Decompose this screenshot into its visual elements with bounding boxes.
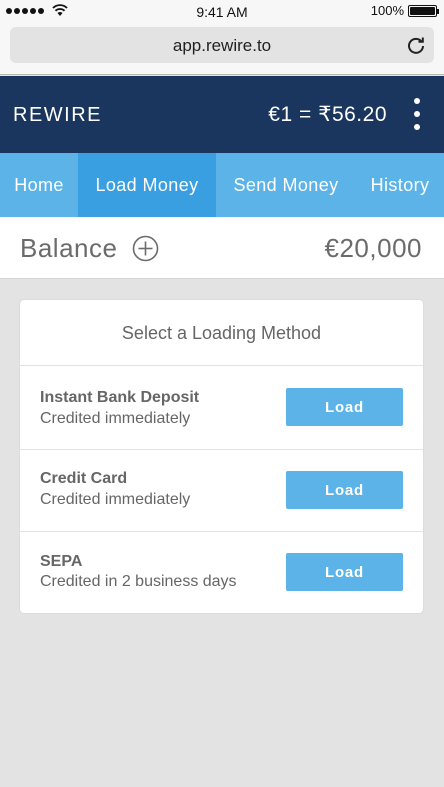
load-button-credit-card[interactable]: Load — [286, 471, 403, 509]
kebab-menu-icon[interactable] — [410, 98, 424, 130]
method-name: SEPA — [40, 553, 83, 570]
battery-percent: 100% — [370, 3, 404, 18]
tab-home[interactable]: Home — [0, 153, 78, 217]
exchange-rate: €1 = ₹56.20 — [268, 103, 387, 126]
balance-amount: €20,000 — [324, 233, 422, 263]
method-name: Credit Card — [40, 470, 128, 487]
browser-toolbar: app.rewire.to — [0, 22, 444, 75]
method-description: Credited immediately — [40, 410, 191, 427]
load-button-instant-bank-deposit[interactable]: Load — [286, 388, 403, 426]
plus-circle-icon[interactable] — [132, 235, 159, 262]
main-nav-tabs: Home Load Money Send Money History — [0, 153, 444, 217]
method-description: Credited immediately — [40, 491, 191, 508]
balance-bar: Balance €20,000 — [0, 217, 444, 279]
tab-history[interactable]: History — [356, 153, 444, 217]
battery-icon — [408, 5, 439, 17]
tab-load-money[interactable]: Load Money — [78, 153, 216, 217]
method-sepa: SEPA Credited in 2 business days Load — [20, 532, 423, 614]
card-title: Select a Loading Method — [20, 300, 423, 366]
tab-send-money[interactable]: Send Money — [216, 153, 356, 217]
reload-icon[interactable] — [406, 35, 426, 55]
app-header: REWIRE €1 = ₹56.20 — [0, 76, 444, 153]
address-bar[interactable]: app.rewire.to — [10, 27, 434, 63]
load-button-sepa[interactable]: Load — [286, 553, 403, 591]
method-instant-bank-deposit: Instant Bank Deposit Credited immediatel… — [20, 366, 423, 450]
url-text[interactable]: app.rewire.to — [10, 36, 434, 56]
method-name: Instant Bank Deposit — [40, 389, 200, 406]
method-description: Credited in 2 business days — [40, 573, 237, 590]
balance-label: Balance — [20, 233, 118, 263]
status-bar: 9:41 AM 100% — [0, 0, 444, 22]
app-logo[interactable]: REWIRE — [13, 104, 102, 127]
loading-method-card: Select a Loading Method Instant Bank Dep… — [19, 299, 424, 614]
method-credit-card: Credit Card Credited immediately Load — [20, 450, 423, 532]
